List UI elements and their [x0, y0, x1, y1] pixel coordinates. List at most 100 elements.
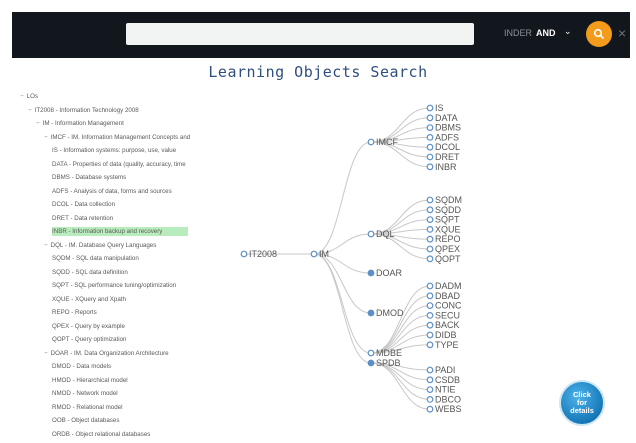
graph-node[interactable] [426, 321, 434, 329]
graph-node[interactable] [426, 163, 434, 171]
tree-item-label: IT2008 - Information Technology 2008 [34, 106, 139, 114]
graph-node[interactable] [426, 134, 434, 141]
graph-link [313, 141, 372, 255]
close-icon[interactable]: × [618, 25, 626, 41]
graph-node[interactable] [367, 138, 375, 146]
tree-item-label: QPEX - Query by example [52, 322, 125, 330]
graph-node[interactable] [426, 225, 434, 233]
graph-node-label: WEBS [435, 404, 462, 414]
tree-item[interactable]: HMOD - Hierarchical model [52, 376, 128, 385]
graph-node-label: DIDB [435, 330, 457, 340]
graph-node[interactable] [426, 386, 434, 394]
search-button[interactable] [586, 21, 612, 47]
tree-item-label: ORDB - Object relational databases [52, 430, 151, 438]
graph-node[interactable] [240, 250, 248, 258]
tree-item[interactable]: ORDB - Object relational databases [52, 430, 150, 439]
tree-item-label: HMOD - Hierarchical model [52, 376, 128, 384]
tree-item[interactable]: − DOAR - IM. Data Organization Architectu… [44, 349, 169, 358]
tree-item-label: QOPT - Query optimization [52, 336, 127, 343]
operator-label: INDER [504, 28, 533, 38]
tree-item[interactable]: XQUE - XQuery and Xpath [52, 295, 126, 304]
tree-item[interactable]: NMOD - Network model [52, 389, 118, 398]
operator-dropdown[interactable]: AND [536, 28, 556, 38]
tree-item-label: SQDD - SQL data definition [52, 268, 128, 276]
tree-item[interactable]: − LOs [20, 92, 38, 101]
tree-item-label: NMOD - Network model [52, 390, 118, 397]
tree-item[interactable]: ADFS - Analysis of data, forms and sourc… [52, 187, 172, 196]
graph-node-label: CONC [435, 301, 462, 311]
graph-node[interactable] [426, 255, 434, 263]
tree-item[interactable]: SQDD - SQL data definition [52, 268, 128, 277]
collapse-toggle-icon[interactable]: − [44, 350, 48, 357]
graph-node[interactable] [426, 311, 434, 319]
graph-node-label: CSDB [435, 375, 460, 385]
graph-node-label: XQUE [435, 224, 461, 234]
tree-item[interactable]: QPEX - Query by example [52, 322, 125, 331]
graph-node-label: INBR [435, 162, 457, 172]
graph-node[interactable] [426, 153, 434, 161]
collapse-toggle-icon[interactable]: − [20, 93, 24, 100]
tree-item-label: DRET - Data retention [52, 214, 114, 222]
graph-node[interactable] [426, 245, 434, 253]
graph-node-label: PADI [435, 365, 455, 375]
collapse-toggle-icon[interactable]: − [44, 242, 48, 249]
collapse-toggle-icon[interactable]: − [36, 120, 40, 127]
graph-node[interactable] [367, 349, 375, 357]
click-for-details-button[interactable]: Click for details [559, 380, 605, 426]
tree-item[interactable]: DBMS - Database systems [52, 173, 126, 182]
graph-node[interactable] [367, 269, 375, 277]
tree-item[interactable]: OOB - Object databases [52, 416, 119, 425]
tree-item[interactable]: INBR - Information backup and recovery [52, 227, 189, 236]
tree-item[interactable]: − IT2008 - Information Technology 2008 [28, 106, 139, 115]
details-line3: details [570, 406, 594, 415]
lo-tree: − LOs − IT2008 - Information Technology 200… [20, 92, 225, 442]
search-input[interactable] [126, 23, 474, 45]
graph-node-label: DADM [435, 281, 462, 291]
collapse-toggle-icon[interactable]: − [44, 134, 48, 141]
graph-node[interactable] [426, 124, 434, 131]
tree-item[interactable]: QOPT - Query optimization [52, 335, 127, 344]
tree-item-label: INBR - Information backup and recovery [52, 228, 163, 235]
graph-node[interactable] [367, 359, 375, 367]
tree-item-label: IS - Information systems: purpose, use, … [52, 147, 177, 154]
graph-node[interactable] [426, 216, 434, 224]
graph-node[interactable] [367, 230, 375, 238]
graph-node[interactable] [426, 292, 434, 300]
graph-node-label: IMCF [376, 137, 398, 147]
tree-item[interactable]: SQPT - SQL performance tuning/optimizati… [52, 281, 176, 290]
graph-node-label: DBMS [435, 123, 461, 133]
tree-item[interactable]: RMOD - Relational model [52, 403, 123, 412]
graph-node[interactable] [426, 196, 434, 204]
graph-node[interactable] [426, 282, 434, 290]
graph-node[interactable] [426, 114, 434, 122]
graph-node[interactable] [310, 250, 318, 258]
graph-node[interactable] [426, 376, 434, 384]
chevron-down-icon[interactable]: ⌄ [564, 26, 572, 37]
tree-item[interactable]: SQDM - SQL data manipulation [52, 254, 139, 263]
tree-item[interactable]: − DQL - IM. Database Query Languages [44, 241, 156, 250]
tree-item[interactable]: − IMCF - IM. Information Management Conce… [44, 133, 190, 142]
graph-node[interactable] [426, 235, 434, 243]
graph-node[interactable] [426, 341, 434, 349]
collapse-toggle-icon[interactable]: − [28, 107, 32, 114]
tree-item[interactable]: DCOL - Data collection [52, 200, 115, 209]
graph-node[interactable] [426, 366, 434, 374]
graph-node[interactable] [426, 104, 434, 112]
tree-item[interactable]: − IM - Information Management [36, 119, 124, 128]
graph-node[interactable] [426, 331, 434, 339]
tree-item[interactable]: REPO - Reports [52, 308, 97, 317]
tree-item[interactable]: DATA - Properties of data (quality, accu… [52, 160, 186, 169]
graph-node[interactable] [426, 302, 434, 310]
tree-item[interactable]: DRET - Data retention [52, 214, 113, 223]
graph-node[interactable] [426, 143, 434, 151]
graph-node[interactable] [426, 405, 434, 413]
graph-node[interactable] [426, 396, 434, 403]
graph-node[interactable] [426, 206, 434, 214]
graph-node-label: SQPT [435, 215, 460, 225]
tree-item-label: SQDM - SQL data manipulation [52, 255, 139, 262]
tree-item[interactable]: DMOD - Data models [52, 362, 111, 371]
tree-item[interactable]: IS - Information systems: purpose, use, … [52, 146, 176, 155]
graph-link [370, 285, 431, 354]
graph-node[interactable] [367, 309, 375, 317]
tree-item-label: REPO - Reports [52, 309, 97, 316]
